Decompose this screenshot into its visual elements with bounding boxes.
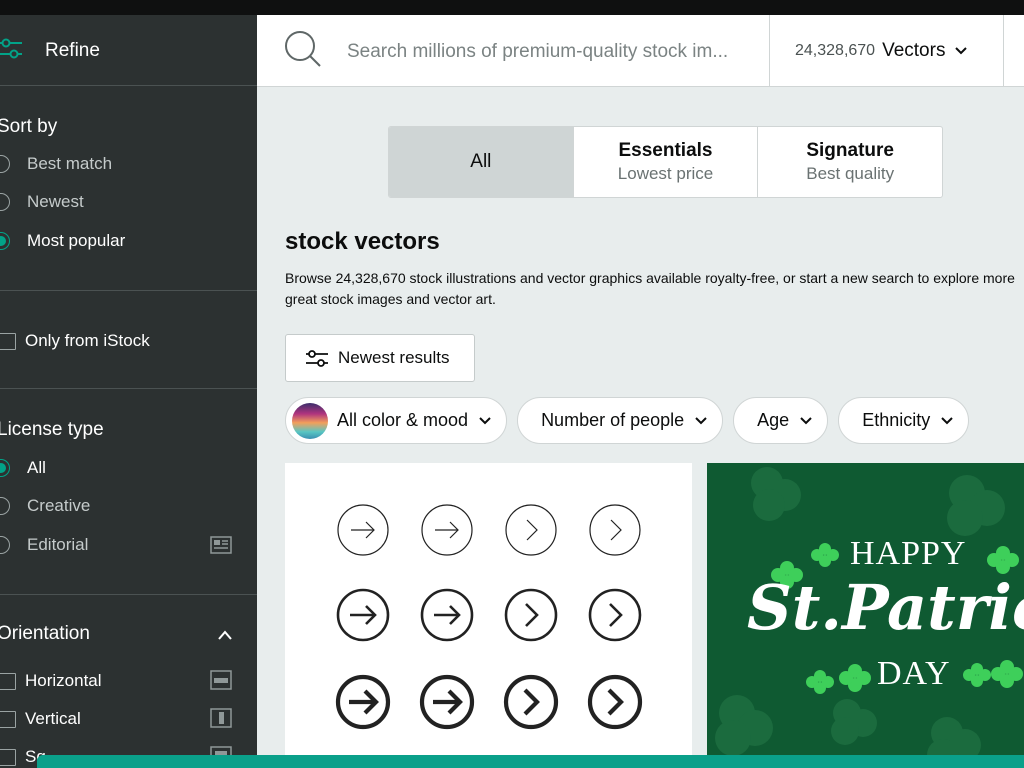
- search-header: 24,328,670 Vectors: [257, 15, 1024, 87]
- orientation-label: Vertical: [25, 709, 81, 728]
- filter-label: All color & mood: [337, 410, 469, 430]
- chevron-up-icon[interactable]: [217, 629, 233, 641]
- refine-sidebar: Refine Sort by Best match Newest Most po…: [0, 15, 257, 768]
- sliders-icon: [0, 38, 22, 59]
- orientation-option-horizontal[interactable]: Horizontal: [0, 671, 102, 691]
- color-mood-swatch: [292, 402, 328, 439]
- sort-option-label: Most popular: [27, 231, 126, 250]
- chevron-down-icon: [800, 416, 812, 424]
- filter-label: Number of people: [541, 410, 685, 430]
- sort-option-label: Newest: [27, 192, 84, 211]
- newest-results-label: Newest results: [338, 348, 450, 367]
- chevron-down-icon: [479, 416, 491, 424]
- ethnicity-filter[interactable]: Ethnicity: [838, 397, 970, 444]
- filter-label: Ethnicity: [862, 410, 931, 430]
- sliders-icon: [306, 350, 328, 367]
- checkbox[interactable]: [0, 672, 16, 690]
- license-option-editorial[interactable]: Editorial: [0, 535, 88, 555]
- day-text: DAY: [877, 655, 951, 692]
- asset-type-label: Vectors: [882, 40, 946, 61]
- license-option-label: Editorial: [27, 535, 89, 554]
- radio-button-selected[interactable]: [0, 232, 10, 250]
- vertical-orientation-icon: [210, 708, 232, 728]
- tier-name: Signature: [806, 140, 894, 161]
- checkbox[interactable]: [0, 748, 16, 766]
- license-option-label: Creative: [27, 496, 91, 515]
- sort-title: Sort by: [0, 116, 58, 137]
- page-title: stock vectors: [285, 228, 440, 255]
- search-icon[interactable]: [283, 29, 323, 69]
- st-patricks-text: St.Patrick's: [747, 571, 1024, 644]
- orientation-label: Horizontal: [25, 671, 102, 690]
- search-input[interactable]: [347, 37, 757, 67]
- sort-option-most-popular[interactable]: Most popular: [0, 231, 125, 251]
- collection-tier-tabs: All Essentials Lowest price Signature Be…: [388, 126, 943, 198]
- orientation-title: Orientation: [0, 623, 90, 644]
- only-istock-option[interactable]: Only from iStock: [0, 331, 150, 351]
- result-image-st-patricks[interactable]: HAPPY St.Patrick's DAY: [707, 463, 1024, 768]
- license-option-label: All: [27, 458, 46, 477]
- chevron-down-icon: [955, 47, 968, 55]
- arrow-icons-illustration: [335, 504, 643, 730]
- checkbox[interactable]: [0, 710, 16, 728]
- refine-label: Refine: [45, 40, 100, 61]
- radio-button[interactable]: [0, 536, 10, 554]
- color-mood-filter[interactable]: All color & mood: [285, 397, 508, 444]
- asset-count: 24,328,670: [795, 42, 876, 59]
- license-section: License type All Creative Editorial: [0, 389, 257, 595]
- license-option-all[interactable]: All: [0, 458, 46, 478]
- only-istock-section: Only from iStock: [0, 291, 257, 389]
- sort-option-label: Best match: [27, 154, 113, 173]
- checkbox[interactable]: [0, 332, 16, 350]
- refine-header[interactable]: Refine: [0, 15, 257, 86]
- bottom-banner[interactable]: [37, 755, 1024, 768]
- orientation-section: Orientation Horizontal Vertical Sq: [0, 595, 257, 768]
- tier-tab-signature[interactable]: Signature Best quality: [758, 127, 942, 197]
- newest-results-button[interactable]: Newest results: [285, 334, 475, 382]
- tier-tab-all[interactable]: All: [389, 127, 574, 197]
- license-option-creative[interactable]: Creative: [0, 496, 90, 516]
- orientation-option-vertical[interactable]: Vertical: [0, 709, 81, 729]
- happy-text: HAPPY: [850, 535, 967, 572]
- sort-option-best-match[interactable]: Best match: [0, 154, 112, 174]
- filter-label: Age: [757, 410, 790, 430]
- tier-name: Essentials: [618, 140, 713, 161]
- radio-button-selected[interactable]: [0, 459, 10, 477]
- page-description: Browse 24,328,670 stock illustrations an…: [285, 270, 1015, 307]
- result-image-arrow-icons[interactable]: [285, 463, 692, 768]
- tier-tab-essentials[interactable]: Essentials Lowest price: [574, 127, 759, 197]
- radio-button[interactable]: [0, 497, 10, 515]
- tier-name: All: [470, 151, 492, 172]
- radio-button[interactable]: [0, 155, 10, 173]
- tier-subtitle: Lowest price: [617, 164, 714, 183]
- horizontal-orientation-icon: [210, 670, 232, 690]
- license-title: License type: [0, 419, 104, 440]
- number-of-people-filter[interactable]: Number of people: [517, 397, 724, 444]
- chevron-down-icon: [941, 416, 953, 424]
- only-istock-label: Only from iStock: [25, 331, 150, 350]
- sort-option-newest[interactable]: Newest: [0, 192, 84, 212]
- editorial-newspaper-icon: [210, 536, 232, 554]
- filter-pills: All color & mood Number of people Age Et…: [285, 397, 970, 444]
- age-filter[interactable]: Age: [733, 397, 829, 444]
- chevron-down-icon: [695, 416, 707, 424]
- asset-type-dropdown[interactable]: 24,328,670 Vectors: [769, 15, 1004, 87]
- sort-section: Sort by Best match Newest Most popular: [0, 86, 257, 291]
- tier-subtitle: Best quality: [806, 164, 895, 183]
- browser-top-bar: [0, 0, 1024, 15]
- radio-button[interactable]: [0, 193, 10, 211]
